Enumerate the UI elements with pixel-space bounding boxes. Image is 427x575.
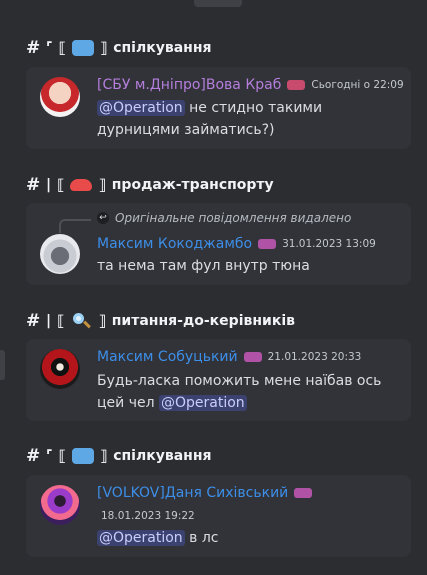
speech-bubble-icon bbox=[71, 448, 94, 464]
car-icon bbox=[70, 179, 93, 191]
user-mention[interactable]: @Operation bbox=[97, 100, 185, 116]
reply-reference[interactable]: ↩ Оригінальне повідомлення видалено bbox=[97, 211, 351, 225]
message-header: Максим Кокоджамбо 31.01.2023 13:09 bbox=[97, 236, 376, 252]
message-content: та нема там фул внутр тюна bbox=[97, 255, 310, 277]
speech-bubble-icon bbox=[71, 40, 94, 56]
timestamp: 18.01.2023 19:22 bbox=[101, 510, 195, 522]
reply-text: Оригінальне повідомлення видалено bbox=[115, 211, 352, 225]
channel-header-4[interactable]: # ⌜ ⟦ ⟧ спілкування bbox=[26, 446, 211, 466]
avatar[interactable] bbox=[40, 77, 80, 117]
timestamp: Сьогодні о 22:09 bbox=[311, 79, 404, 91]
message-content: @Operation в лс bbox=[97, 527, 218, 549]
message-text: та нема там фул внутр тюна bbox=[97, 258, 310, 274]
avatar[interactable] bbox=[40, 485, 80, 525]
username[interactable]: Максим Собуцький bbox=[97, 349, 238, 365]
channel-hash-icon: # bbox=[26, 175, 41, 195]
channel-hash-icon: # bbox=[26, 446, 41, 466]
bracket-close: ⟧ bbox=[98, 176, 106, 194]
message-card-4[interactable]: [VOLKOV]Даня Сихівський 18.01.2023 19:22… bbox=[26, 475, 411, 557]
user-mention[interactable]: @Operation bbox=[97, 530, 185, 546]
bracket-open: ⟦ bbox=[58, 447, 66, 465]
user-mention[interactable]: @Operation bbox=[158, 395, 247, 411]
channel-prefix: | bbox=[46, 313, 52, 329]
message-text: в лс bbox=[184, 530, 219, 546]
channel-name: питання-до-керівників bbox=[111, 313, 295, 329]
message-timestamp-row: 18.01.2023 19:22 bbox=[101, 510, 195, 522]
channel-prefix: | bbox=[46, 177, 52, 193]
username[interactable]: [VOLKOV]Даня Сихівський bbox=[97, 485, 288, 501]
role-badge-icon bbox=[258, 239, 277, 249]
channel-header-1[interactable]: # ⌜ ⟦ ⟧ спілкування bbox=[26, 38, 211, 58]
role-badge-icon bbox=[287, 80, 306, 90]
bracket-open: ⟦ bbox=[57, 176, 65, 194]
reply-arrow-icon: ↩ bbox=[97, 212, 109, 224]
reply-connector bbox=[59, 219, 91, 233]
timestamp: 31.01.2023 13:09 bbox=[282, 238, 376, 250]
channel-prefix: ⌜ bbox=[46, 448, 53, 464]
channel-header-3[interactable]: # | ⟦ ⟧ питання-до-керівників bbox=[26, 311, 295, 331]
message-header: Максим Собуцький 21.01.2023 20:33 bbox=[97, 349, 361, 365]
channel-name: спілкування bbox=[113, 448, 212, 464]
message-card-3[interactable]: Максим Собуцький 21.01.2023 20:33 Будь-л… bbox=[26, 339, 411, 421]
channel-header-2[interactable]: # | ⟦ ⟧ продаж-транспорту bbox=[26, 175, 274, 195]
username[interactable]: [СБУ м.Дніпро]Вова Краб bbox=[97, 77, 281, 93]
top-tab-indicator bbox=[194, 0, 242, 7]
username[interactable]: Максим Кокоджамбо bbox=[97, 236, 252, 252]
timestamp: 21.01.2023 20:33 bbox=[267, 351, 362, 363]
message-header: [СБУ м.Дніпро]Вова Краб Сьогодні о 22:09 bbox=[97, 77, 404, 93]
bracket-open: ⟦ bbox=[58, 39, 66, 57]
role-badge-icon bbox=[243, 352, 262, 362]
message-content: Будь-ласка поможить мене наїбав ось цей … bbox=[97, 370, 382, 414]
bracket-close: ⟧ bbox=[99, 447, 108, 465]
role-badge-icon bbox=[294, 488, 313, 498]
magnifier-icon bbox=[70, 313, 92, 329]
left-scroll-marker bbox=[0, 350, 5, 380]
avatar[interactable] bbox=[40, 234, 80, 274]
bracket-close: ⟧ bbox=[98, 312, 106, 330]
channel-name: продаж-транспорту bbox=[111, 177, 274, 193]
bracket-close: ⟧ bbox=[99, 39, 108, 57]
message-header: [VOLKOV]Даня Сихівський bbox=[97, 485, 313, 501]
channel-prefix: ⌜ bbox=[46, 40, 53, 56]
avatar[interactable] bbox=[40, 349, 80, 389]
message-content: @Operation не стидно такими дурницями за… bbox=[97, 97, 337, 141]
channel-name: спілкування bbox=[113, 40, 212, 56]
message-card-1[interactable]: [СБУ м.Дніпро]Вова Краб Сьогодні о 22:09… bbox=[26, 67, 411, 149]
channel-hash-icon: # bbox=[26, 311, 41, 331]
top-bar bbox=[0, 0, 427, 20]
bracket-open: ⟦ bbox=[57, 312, 65, 330]
channel-hash-icon: # bbox=[26, 38, 41, 58]
message-card-2[interactable]: ↩ Оригінальне повідомлення видалено Макс… bbox=[26, 203, 411, 285]
